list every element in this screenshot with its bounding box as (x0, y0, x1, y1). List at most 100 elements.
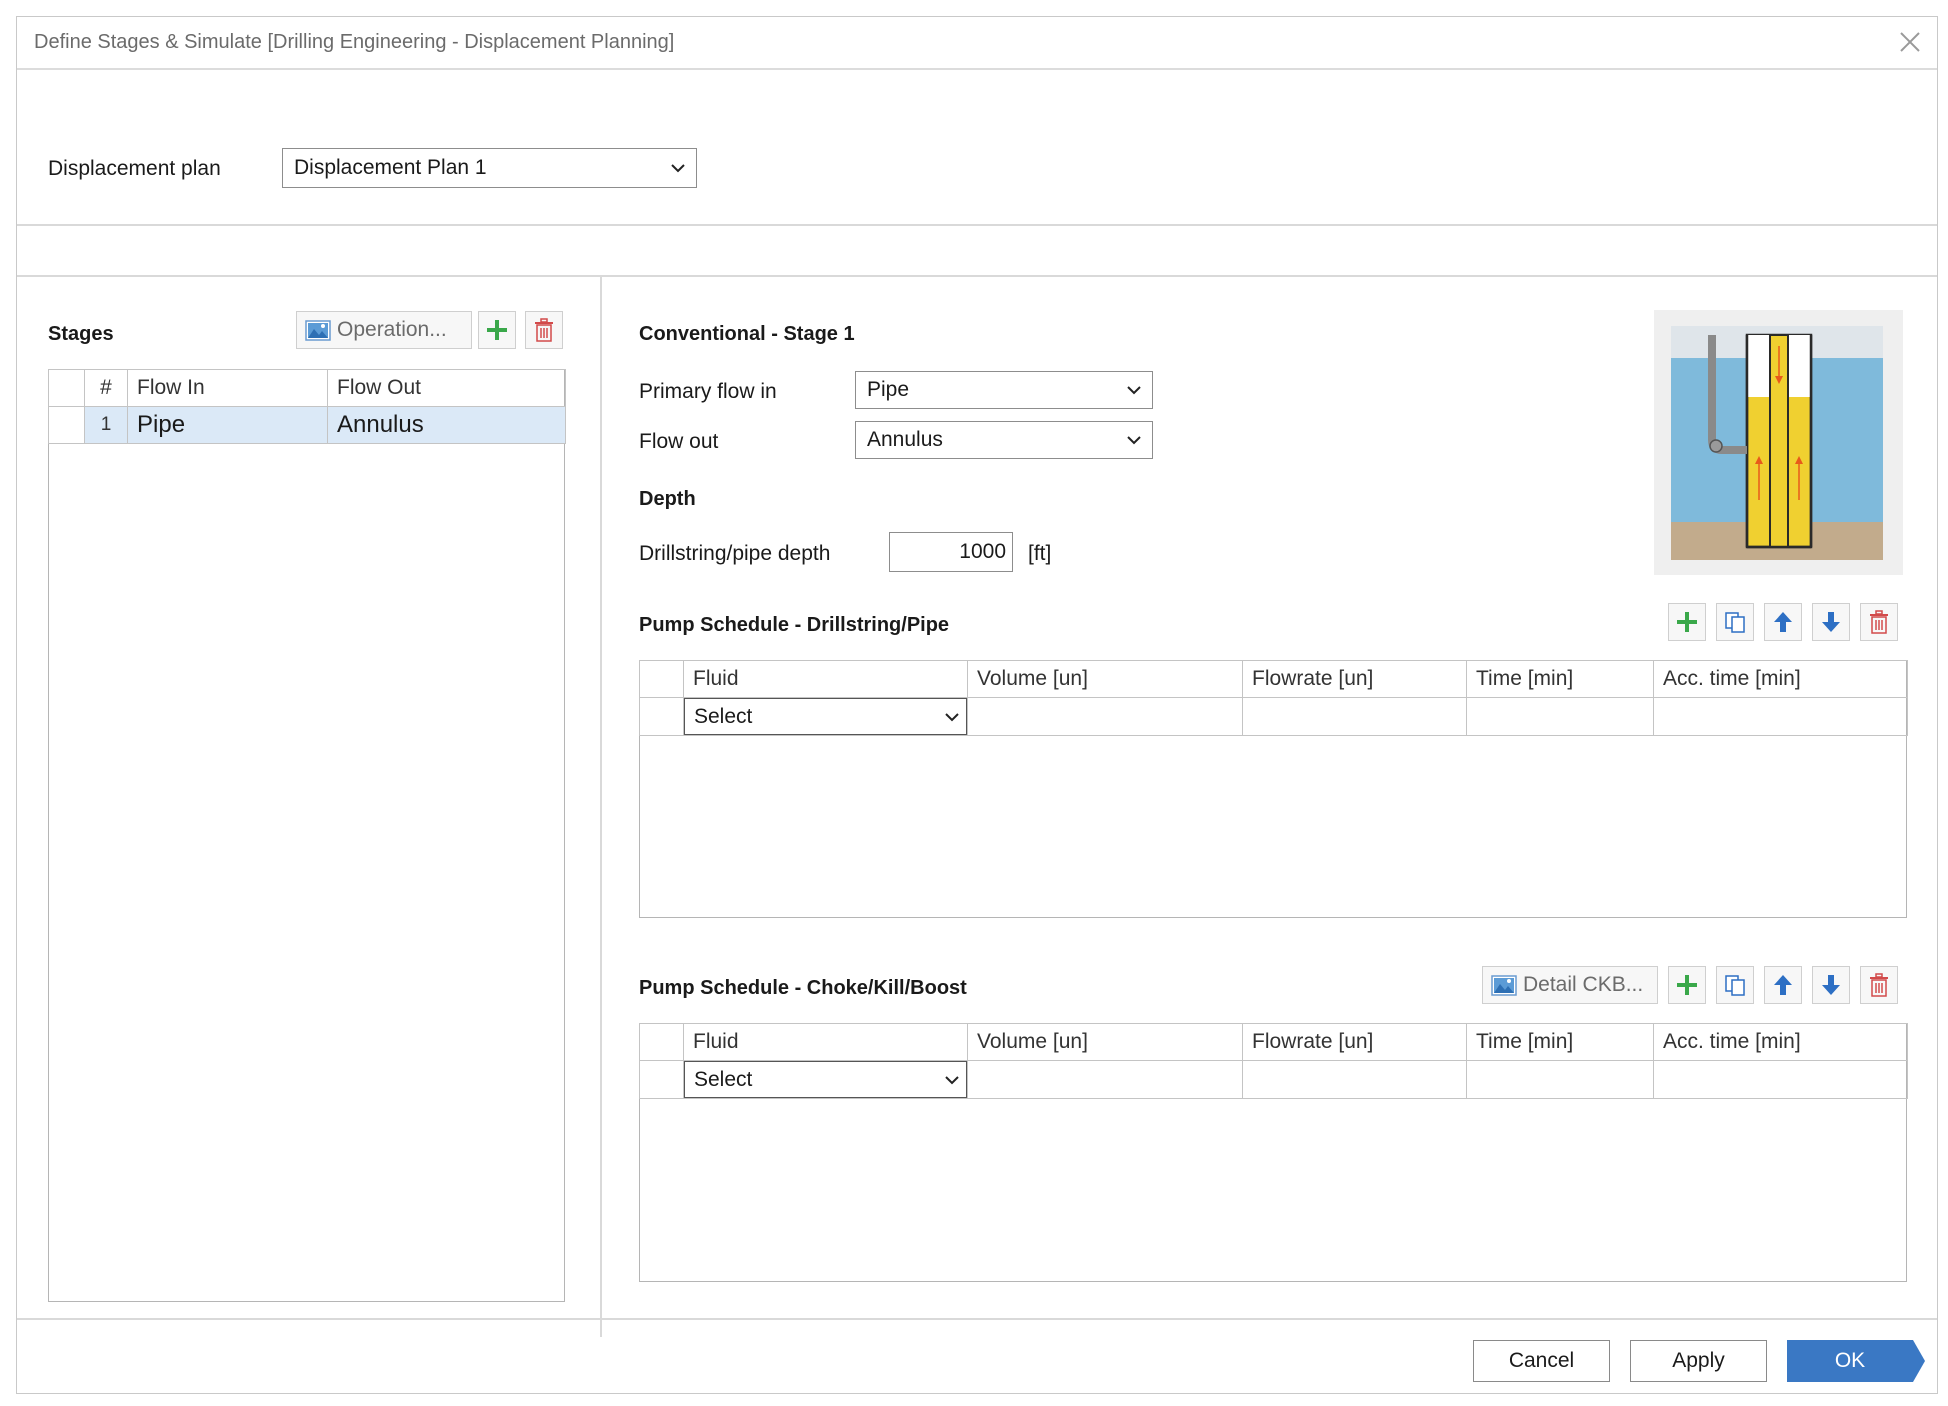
plus-icon (1677, 612, 1697, 632)
move-down-ckb-button[interactable] (1812, 966, 1850, 1004)
delete-fluid-button[interactable] (1860, 603, 1898, 641)
delete-ckb-fluid-button[interactable] (1860, 966, 1898, 1004)
apply-button-label: Apply (1672, 1349, 1725, 1372)
primary-flow-in-label: Primary flow in (639, 380, 777, 403)
trash-icon (1870, 610, 1888, 634)
time-cell[interactable] (1466, 1060, 1654, 1099)
pump-ckb-heading: Pump Schedule - Choke/Kill/Boost (639, 977, 967, 999)
column-header-flow-out: Flow Out (327, 369, 566, 407)
move-up-ckb-button[interactable] (1764, 966, 1802, 1004)
depth-unit: [ft] (1028, 542, 1052, 565)
depth-heading: Depth (639, 488, 696, 510)
stage-flow-out[interactable]: Annulus (327, 406, 566, 444)
add-stage-button[interactable] (478, 311, 516, 349)
column-header-fluid: Fluid (683, 660, 968, 698)
add-ckb-fluid-button[interactable] (1668, 966, 1706, 1004)
ckb-fluid-select[interactable]: Select (684, 1061, 967, 1098)
stages-table-container (48, 369, 565, 1302)
displacement-plan-value: Displacement Plan 1 (294, 156, 487, 179)
acc-time-cell[interactable] (1653, 1060, 1908, 1099)
operation-button[interactable]: Operation... (296, 311, 472, 349)
flow-out-value: Annulus (867, 428, 943, 451)
stages-header-row: # Flow In Flow Out (48, 369, 566, 407)
depth-input[interactable]: 1000 (889, 532, 1013, 572)
panel-divider (600, 276, 602, 1337)
cancel-button-label: Cancel (1508, 1349, 1575, 1372)
move-up-button[interactable] (1764, 603, 1802, 641)
column-header-number: # (84, 369, 128, 407)
footer-divider (17, 1318, 1937, 1320)
copy-icon (1725, 612, 1745, 633)
copy-ckb-fluid-button[interactable] (1716, 966, 1754, 1004)
cancel-button[interactable]: Cancel (1473, 1340, 1610, 1382)
pump-pipe-table: Fluid Volume [un] Flowrate [un] Time [mi… (639, 660, 1908, 736)
stages-heading: Stages (48, 323, 114, 345)
window-title: Define Stages & Simulate [Drilling Engin… (34, 31, 675, 53)
column-header-volume: Volume [un] (967, 1023, 1243, 1061)
column-header-acc-time: Acc. time [min] (1653, 660, 1908, 698)
copy-icon (1725, 975, 1745, 996)
chevron-down-icon (1127, 386, 1141, 395)
section-divider (17, 224, 1937, 226)
move-down-button[interactable] (1812, 603, 1850, 641)
column-header-volume: Volume [un] (967, 660, 1243, 698)
dialog-window: Define Stages & Simulate [Drilling Engin… (16, 16, 1938, 1394)
chevron-down-icon (945, 1076, 959, 1085)
pump-pipe-header-row: Fluid Volume [un] Flowrate [un] Time [mi… (639, 660, 1908, 698)
detail-ckb-button-label: Detail CKB... (1523, 973, 1644, 996)
row-header-cell (48, 369, 85, 407)
section-divider (17, 275, 1937, 277)
table-row[interactable]: 1 Pipe Annulus (48, 406, 566, 444)
primary-flow-in-value: Pipe (867, 378, 910, 401)
operation-button-label: Operation... (337, 318, 447, 341)
title-divider (17, 68, 1937, 70)
image-icon (1491, 975, 1517, 996)
volume-cell[interactable] (967, 1060, 1243, 1099)
column-header-time: Time [min] (1466, 1023, 1654, 1061)
acc-time-cell[interactable] (1653, 697, 1908, 736)
close-icon[interactable] (1895, 27, 1925, 57)
primary-flow-in-select[interactable]: Pipe (855, 371, 1153, 409)
displacement-plan-select[interactable]: Displacement Plan 1 (282, 148, 697, 188)
plus-icon (1677, 975, 1697, 995)
ok-button[interactable]: OK (1787, 1340, 1927, 1382)
ckb-fluid-select-value: Select (694, 1067, 753, 1091)
flowrate-cell[interactable] (1242, 1060, 1467, 1099)
stage-detail-heading: Conventional - Stage 1 (639, 323, 855, 345)
copy-fluid-button[interactable] (1716, 603, 1754, 641)
apply-button[interactable]: Apply (1630, 1340, 1767, 1382)
wellbore-diagram (1654, 310, 1903, 575)
pump-ckb-table: Fluid Volume [un] Flowrate [un] Time [mi… (639, 1023, 1908, 1099)
depth-label: Drillstring/pipe depth (639, 542, 831, 565)
row-selector[interactable] (48, 406, 85, 444)
arrow-down-icon (1822, 612, 1840, 632)
delete-stage-button[interactable] (525, 311, 563, 349)
table-row[interactable]: Select (639, 1060, 1908, 1099)
flow-out-select[interactable]: Annulus (855, 421, 1153, 459)
depth-value: 1000 (959, 540, 1006, 563)
column-header-flow-in: Flow In (127, 369, 328, 407)
volume-cell[interactable] (967, 697, 1243, 736)
pump-ckb-header-row: Fluid Volume [un] Flowrate [un] Time [mi… (639, 1023, 1908, 1061)
stage-number: 1 (84, 406, 128, 444)
stage-flow-in[interactable]: Pipe (127, 406, 328, 444)
row-header-cell (639, 1023, 684, 1061)
chevron-down-icon (945, 713, 959, 722)
flowrate-cell[interactable] (1242, 697, 1467, 736)
add-fluid-button[interactable] (1668, 603, 1706, 641)
fluid-select-cell[interactable]: Select (683, 1060, 968, 1099)
plus-icon (487, 320, 507, 340)
arrow-up-icon (1774, 975, 1792, 995)
fluid-select-cell[interactable]: Select (683, 697, 968, 736)
detail-ckb-button[interactable]: Detail CKB... (1482, 966, 1658, 1004)
time-cell[interactable] (1466, 697, 1654, 736)
chevron-down-icon (671, 164, 685, 173)
fluid-select[interactable]: Select (684, 698, 967, 735)
table-row[interactable]: Select (639, 697, 1908, 736)
row-selector[interactable] (639, 1060, 684, 1099)
row-selector[interactable] (639, 697, 684, 736)
flow-out-label: Flow out (639, 430, 719, 453)
chevron-down-icon (1127, 436, 1141, 445)
row-header-cell (639, 660, 684, 698)
displacement-plan-label: Displacement plan (48, 157, 221, 180)
